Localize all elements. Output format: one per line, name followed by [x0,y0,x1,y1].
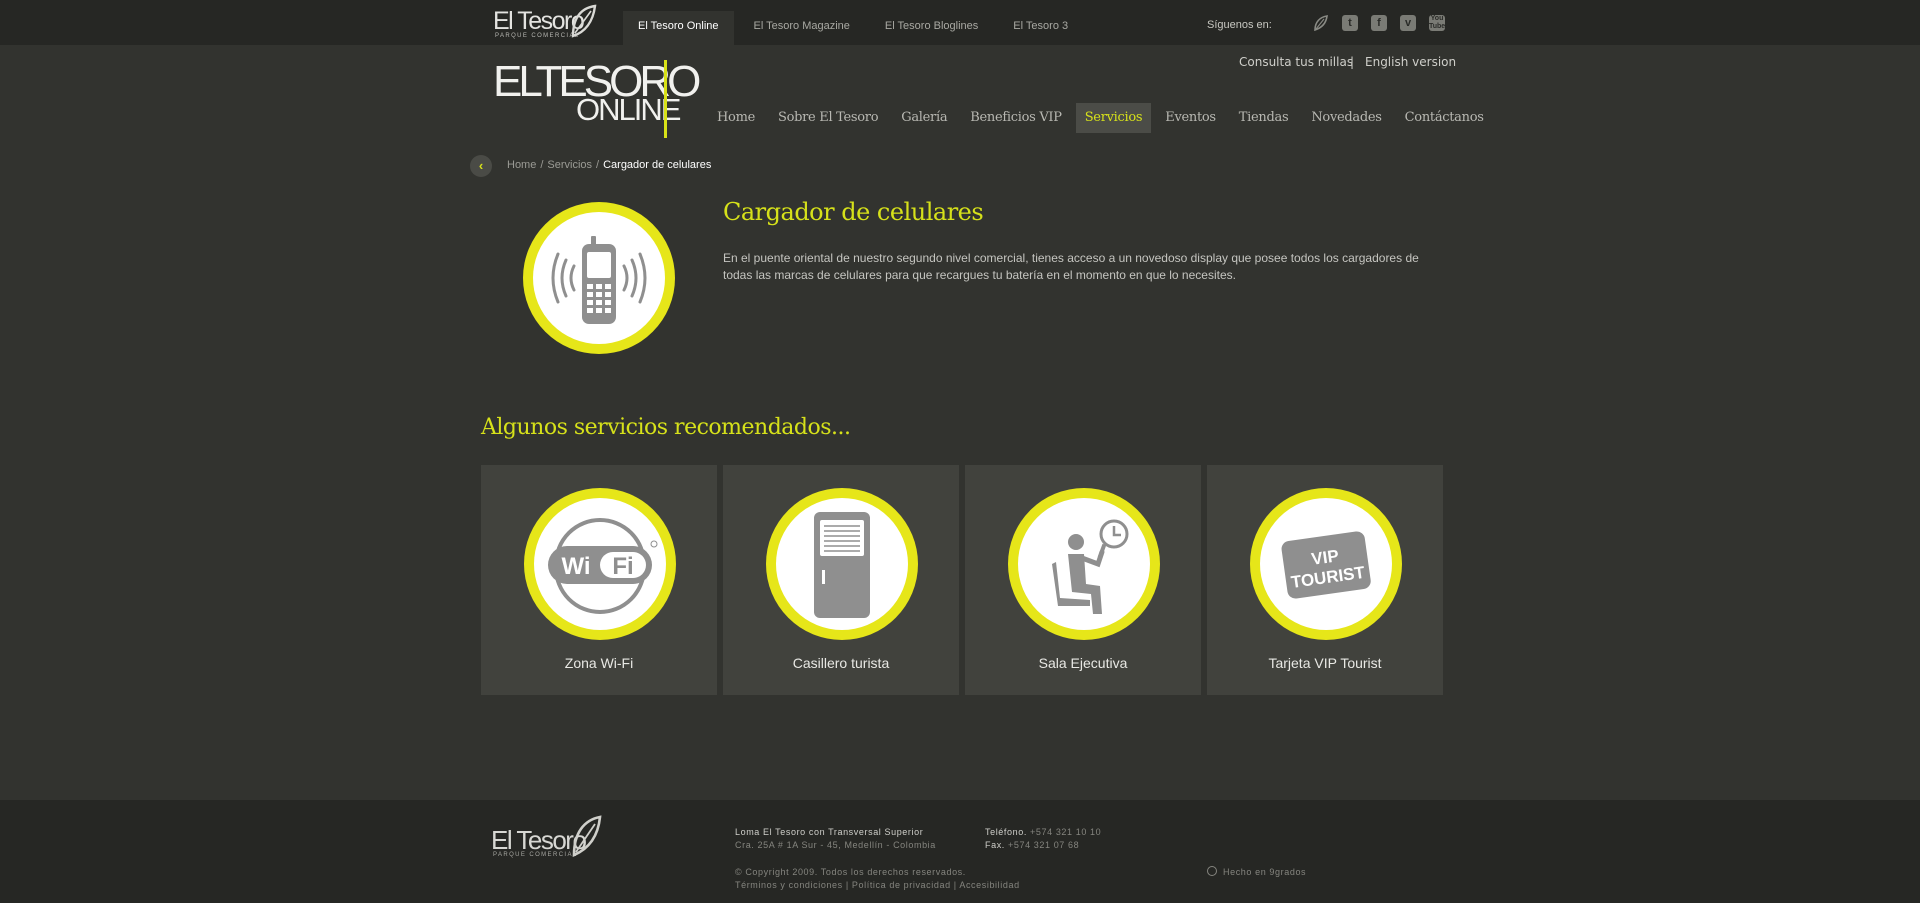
tab-el-tesoro-online[interactable]: El Tesoro Online [623,11,734,45]
main-nav: Home Sobre El Tesoro Galería Beneficios … [708,103,1498,133]
utility-separator: | [1350,55,1355,69]
made-by-text: Hecho en 9grados [1223,867,1307,877]
nav-galeria[interactable]: Galería [892,103,956,133]
english-version-link-wrap: English version [1365,55,1456,69]
facebook-icon[interactable]: f [1371,15,1387,31]
leaf-logo-icon [572,815,602,857]
privacidad-link[interactable]: Política de privacidad [852,880,951,890]
card-icon-circle [766,488,918,640]
terminos-link[interactable]: Términos y condiciones [735,880,843,890]
card-casillero-turista[interactable]: Casillero turista [723,465,959,695]
tab-el-tesoro-bloglines[interactable]: El Tesoro Bloglines [870,11,993,45]
footer-logo[interactable]: El Tesoro PARQUE COMERCIAL [491,815,621,863]
leaf-logo-icon [571,4,597,38]
follow-label: Síguenos en: [1207,19,1272,31]
card-icon-circle: VIP TOURIST [1250,488,1402,640]
breadcrumb: Home / Servicios / Cargador de celulares [507,159,711,171]
footer-legal-links: Términos y condiciones | Política de pri… [735,880,1020,890]
card-label: Zona Wi-Fi [564,655,634,671]
breadcrumb-separator: / [596,159,600,171]
card-zona-wifi[interactable]: Wi Fi Zona Wi-Fi [481,465,717,695]
vip-card-text-vip: VIP [1310,546,1340,569]
footer-address-line2: Cra. 25A # 1A Sur - 45, Medellín - Colom… [735,840,936,850]
wifi-text-fi: Fi [612,553,633,580]
breadcrumb-current: Cargador de celulares [603,159,712,171]
legal-separator: | [953,880,957,890]
tab-el-tesoro-magazine[interactable]: El Tesoro Magazine [739,11,865,45]
chevron-left-icon: ‹ [478,158,484,173]
footer-copyright: © Copyright 2009. Todos los derechos res… [735,867,966,877]
card-label: Casillero turista [792,655,890,671]
breadcrumb-separator: / [540,159,544,171]
twitter-icon[interactable]: t [1342,15,1358,31]
tab-el-tesoro-3[interactable]: El Tesoro 3 [998,11,1083,45]
nav-beneficios-vip[interactable]: Beneficios VIP [961,103,1070,133]
footer-fax: Fax. +574 321 07 68 [985,840,1079,850]
consulta-millas-link-wrap: Consulta tus millas [1239,55,1353,69]
breadcrumb-home[interactable]: Home [507,159,536,171]
recommended-heading: Algunos servicios recomendados... [481,415,851,440]
nav-tiendas[interactable]: Tiendas [1230,103,1298,133]
wifi-icon: Wi Fi [548,518,658,614]
card-label: Sala Ejecutiva [1038,655,1128,671]
back-button[interactable]: ‹ [470,155,492,177]
nav-sobre-el-tesoro[interactable]: Sobre El Tesoro [769,103,887,133]
footer-brand-subtitle: PARQUE COMERCIAL [493,852,578,858]
service-icon-circle [523,202,675,354]
mobile-phone-icon [551,236,647,324]
footer-fax-value: +574 321 07 68 [1008,840,1080,850]
vimeo-icon[interactable]: v [1400,15,1416,31]
el-tesoro-logo[interactable]: El Tesoro PARQUE COMERCIAL [493,4,603,40]
wifi-text-wi: Wi [561,553,590,580]
card-sala-ejecutiva[interactable]: Sala Ejecutiva [965,465,1201,695]
el-tesoro-online-logo[interactable]: ELTESORO ONLINE [493,60,701,140]
youtube-icon[interactable]: You Tube [1429,15,1445,31]
card-icon-circle: Wi Fi [524,488,676,640]
card-tarjeta-vip-tourist[interactable]: VIP TOURIST Tarjeta VIP Tourist [1207,465,1443,695]
footer-phone: Teléfono. +574 321 10 10 [985,827,1101,837]
nav-servicios[interactable]: Servicios [1075,103,1152,133]
footer-address-line1: Loma El Tesoro con Transversal Superior [735,827,924,837]
card-icon-circle [1008,488,1160,640]
nav-eventos[interactable]: Eventos [1156,103,1225,133]
footer-phone-value: +574 321 10 10 [1030,827,1102,837]
executive-lounge-icon [1052,519,1129,614]
site-tabs: El Tesoro Online El Tesoro Magazine El T… [623,11,1088,45]
nav-home[interactable]: Home [708,103,764,133]
nav-novedades[interactable]: Novedades [1302,103,1390,133]
footer-phone-label: Teléfono. [985,827,1027,837]
made-by[interactable]: Hecho en 9grados [1207,866,1306,877]
consulta-millas-link[interactable]: Consulta tus millas [1239,55,1353,69]
footer-fax-label: Fax. [985,840,1005,850]
logo-accent-bar [664,60,667,138]
service-title: Cargador de celulares [723,198,984,226]
nav-contactanos[interactable]: Contáctanos [1396,103,1493,133]
legal-separator: | [845,880,849,890]
vip-card-icon: VIP TOURIST [1281,531,1371,599]
breadcrumb-servicios[interactable]: Servicios [547,159,592,171]
english-version-link[interactable]: English version [1365,55,1456,69]
service-description: En el puente oriental de nuestro segundo… [723,251,1419,282]
accesibilidad-link[interactable]: Accesibilidad [959,880,1019,890]
locker-icon [814,512,870,618]
nine-grados-icon [1207,866,1217,876]
brand-subtitle: PARQUE COMERCIAL [495,33,580,39]
card-label: Tarjeta VIP Tourist [1268,655,1382,671]
leaf-icon[interactable] [1313,15,1329,32]
